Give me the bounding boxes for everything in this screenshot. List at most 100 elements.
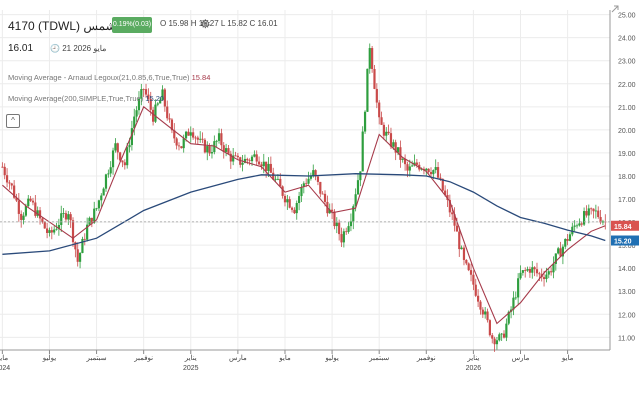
candle-body <box>356 180 360 195</box>
candle-body <box>458 231 461 250</box>
candle-body <box>199 138 202 140</box>
candle-body <box>472 274 475 285</box>
candle-body <box>474 284 477 296</box>
candle-body <box>521 270 524 273</box>
candle-body <box>502 333 506 338</box>
candle-body <box>83 238 86 240</box>
indicator-sma-value: 15.20 <box>145 94 165 103</box>
candle-body <box>248 160 251 162</box>
candle-body <box>415 162 418 165</box>
candle-body <box>46 228 49 233</box>
candle-body <box>100 195 103 201</box>
candle-body <box>528 269 532 273</box>
candle-body <box>126 147 129 166</box>
y-tick-label: 22.00 <box>618 82 636 89</box>
candle-body <box>519 272 522 279</box>
candle-body <box>274 178 277 180</box>
candle-body <box>514 297 517 299</box>
candle-body <box>375 88 378 103</box>
y-tick-label: 14.00 <box>618 266 636 273</box>
candle-body <box>338 222 341 235</box>
x-tick-label: سبتمبر <box>368 355 389 362</box>
candle-body <box>575 225 579 227</box>
candle-body <box>401 158 404 160</box>
candle-body <box>564 238 567 247</box>
candle-body <box>27 198 30 207</box>
candle-body <box>427 168 430 172</box>
candle-body <box>109 167 112 174</box>
candle-body <box>582 211 586 225</box>
candle-body <box>300 187 303 197</box>
candle-body <box>368 48 371 69</box>
candle-body <box>88 217 91 225</box>
candle-body <box>269 163 272 173</box>
candle-body <box>342 231 345 243</box>
indicator-sma-label: Moving Average(200,SIMPLE,True,True) <box>8 94 144 103</box>
x-tick-label: نوفمبر <box>416 355 436 362</box>
candle-body <box>349 221 353 227</box>
candle-body <box>488 320 491 336</box>
candle-body <box>236 155 239 158</box>
candle-body <box>587 208 590 216</box>
candle-body <box>168 118 171 120</box>
candle-body <box>67 214 70 220</box>
candle-body <box>465 259 468 264</box>
candle-body <box>531 267 534 273</box>
candle-body <box>321 193 324 195</box>
candle-body <box>538 273 541 275</box>
candle-body <box>107 173 110 175</box>
candle-body <box>293 209 296 214</box>
x-tick-label: مارس <box>229 354 247 362</box>
expand-icon[interactable] <box>610 4 620 14</box>
candle-body <box>29 198 32 201</box>
x-tick-label: سبتمبر <box>86 355 107 362</box>
candle-body <box>592 208 595 212</box>
indicator-alma-label: Moving Average - Arnaud Legoux(21,0.85,6… <box>8 73 190 82</box>
candle-body <box>500 333 503 335</box>
candle-body <box>95 208 98 210</box>
candle-body <box>359 171 362 181</box>
candle-body <box>363 111 367 132</box>
candle-body <box>399 147 402 160</box>
candle-body <box>163 89 166 107</box>
candle-body <box>408 166 411 171</box>
clock-icon: 🕘 <box>50 44 60 53</box>
candle-body <box>189 132 192 136</box>
candle-body <box>166 106 169 119</box>
candle-body <box>340 234 343 243</box>
candle-body <box>535 269 539 274</box>
candle-body <box>580 223 583 225</box>
candle-body <box>128 145 131 148</box>
candle-body <box>156 103 159 105</box>
candle-body <box>333 211 336 227</box>
candle-body <box>34 202 37 216</box>
candle-body <box>552 263 555 273</box>
candle-body <box>177 145 181 147</box>
candle-body <box>283 195 287 203</box>
candle-body <box>60 213 63 225</box>
candle-body <box>279 178 282 187</box>
candle-body <box>116 143 119 153</box>
collapse-indicators-button[interactable]: ^ <box>6 114 20 128</box>
candle-body <box>498 334 501 341</box>
date-text: 21 2026 مايو <box>62 44 107 53</box>
candle-body <box>215 140 218 142</box>
candle-body <box>345 231 348 233</box>
candle-body <box>234 155 237 157</box>
candle-body <box>97 200 101 209</box>
candle-body <box>323 193 327 202</box>
change-badge: 0.19%(0.03) <box>112 17 152 33</box>
candle-body <box>24 206 28 216</box>
candle-body <box>1 166 4 168</box>
candle-body <box>517 278 520 298</box>
candle-body <box>286 199 289 203</box>
candle-body <box>371 48 374 69</box>
x-tick-label: يوليو <box>42 354 56 362</box>
candle-body <box>533 267 536 270</box>
candle-body <box>434 167 437 171</box>
x-tick-label: مايو <box>278 354 291 362</box>
chart-title: 4170 (TDWL) شمس <box>8 19 116 33</box>
x-tick-year: 2026 <box>466 365 482 372</box>
candle-body <box>180 146 183 149</box>
x-tick-year: 2025 <box>183 365 199 372</box>
